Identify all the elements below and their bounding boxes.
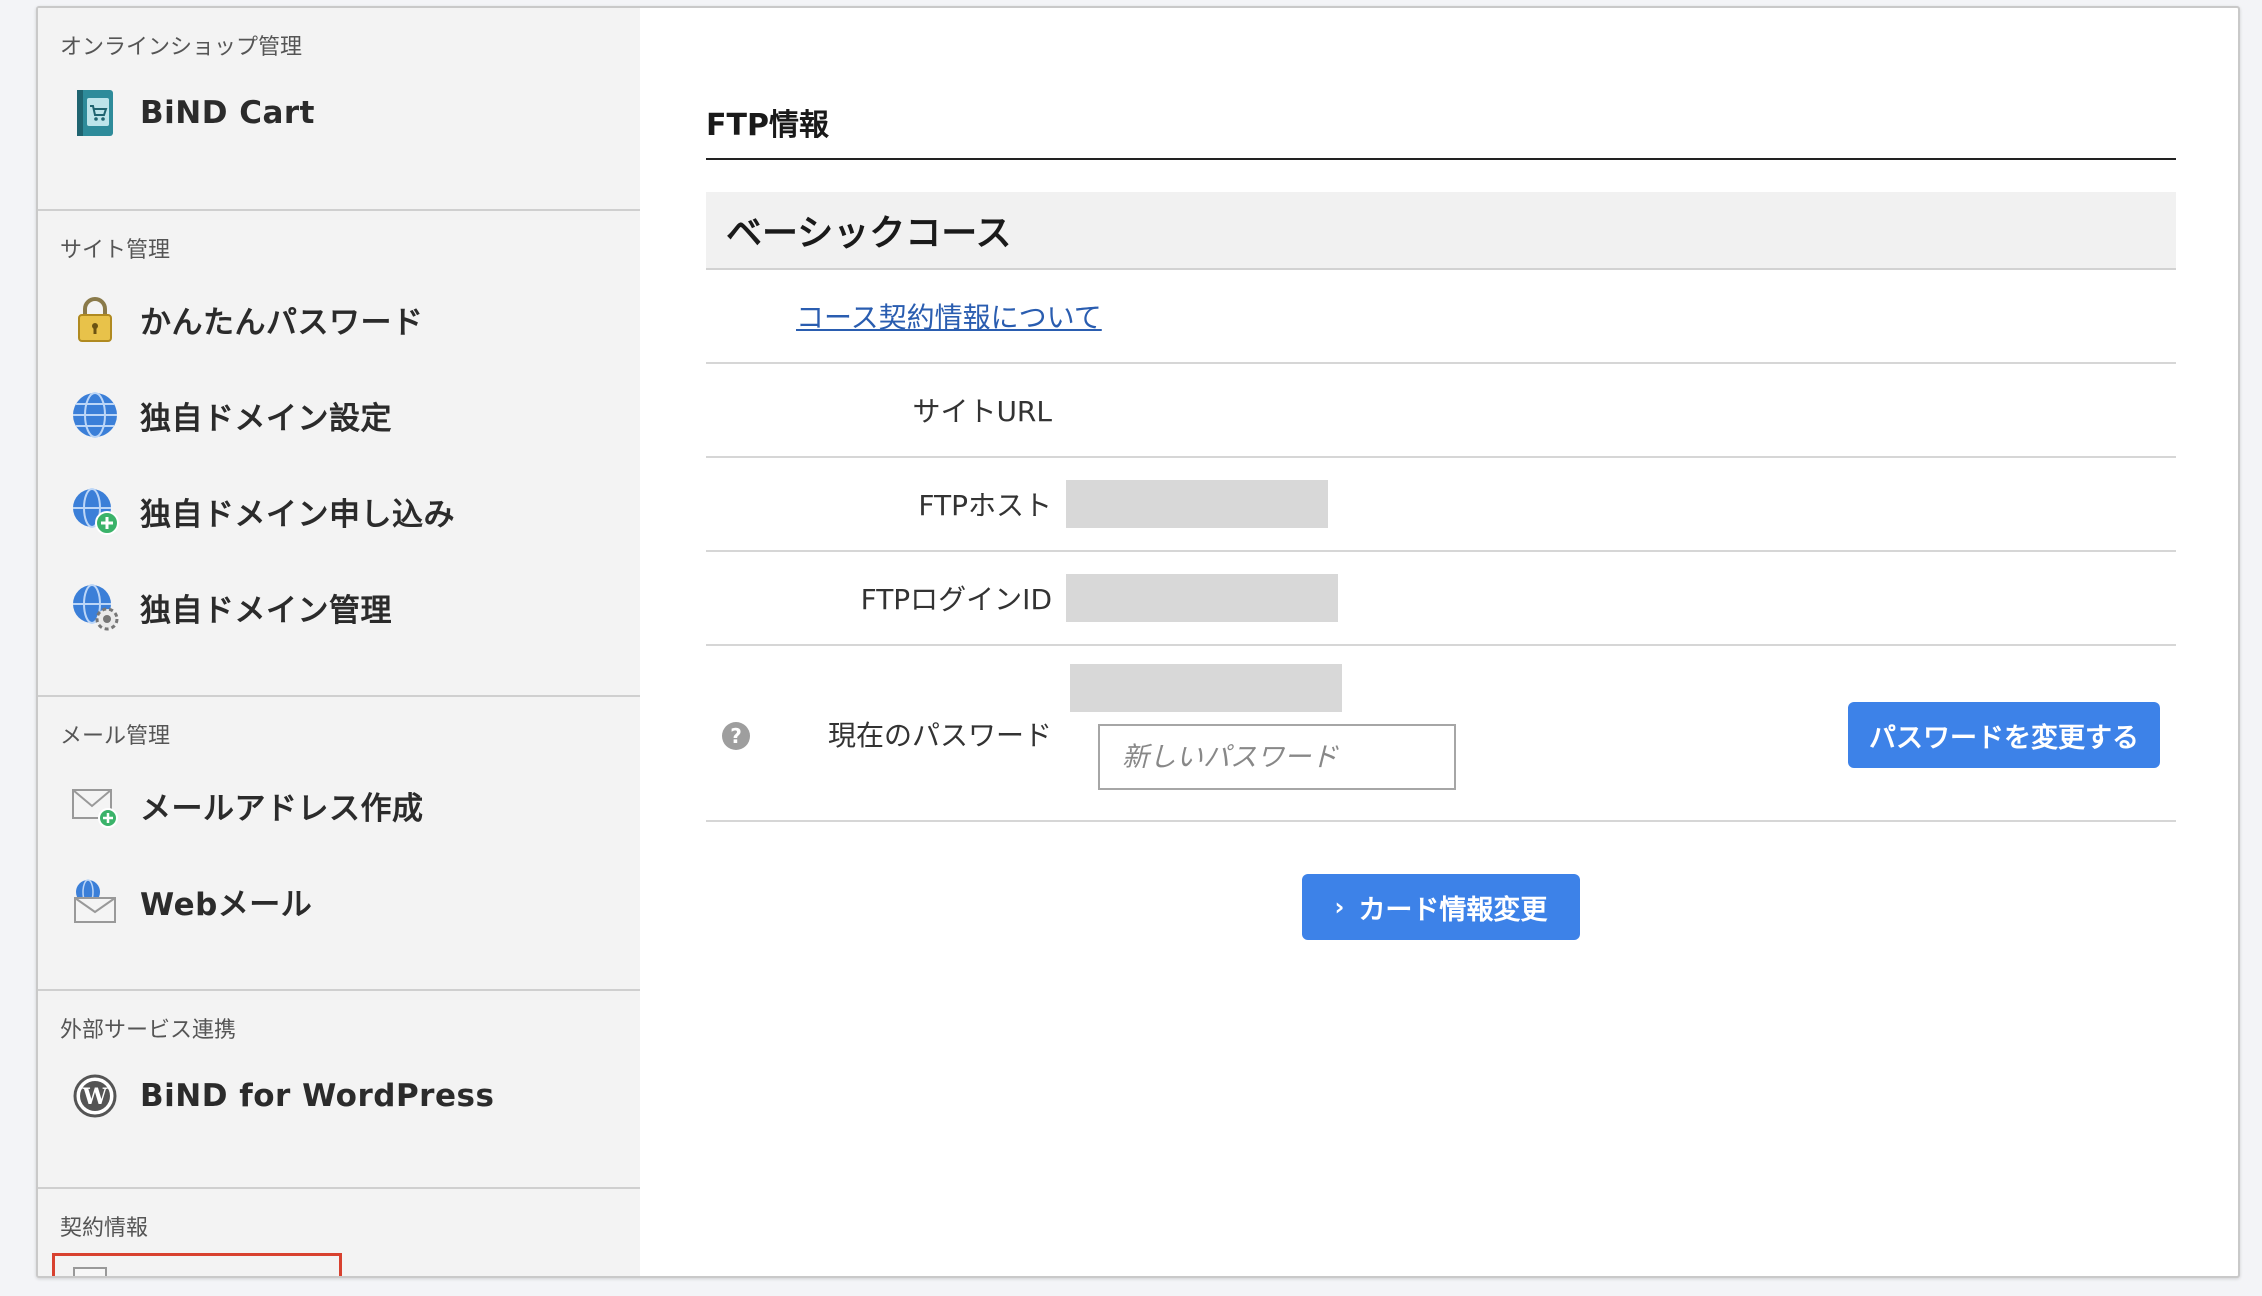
sidebar-item-label: メールアドレス作成	[140, 790, 424, 827]
page-title: FTP情報	[706, 100, 2176, 160]
sidebar-item-label: BiND Cart	[140, 95, 315, 131]
sidebar-heading: サイト管理	[60, 238, 171, 263]
change-card-label: カード情報変更	[1358, 894, 1548, 926]
cart-book-icon	[70, 88, 120, 138]
sidebar-heading: 契約情報	[60, 1216, 149, 1241]
password-value-masked	[1070, 664, 1342, 712]
ftp-login-label: FTPログインID	[860, 583, 1052, 616]
svg-text:W: W	[82, 1084, 108, 1110]
globe-icon	[70, 390, 120, 440]
wordpress-icon: W	[70, 1071, 120, 1121]
sidebar-section-external: 外部サービス連携 W BiND for WordPress	[38, 1011, 640, 1189]
ftp-host-value-masked	[1066, 480, 1328, 528]
site-url-row: サイトURL	[706, 364, 2176, 458]
sidebar-item-label: 支払い履歴	[140, 1267, 298, 1277]
ftp-host-row: FTPホスト	[706, 458, 2176, 552]
sidebar-item-bind-cart[interactable]: BiND Cart	[38, 68, 640, 158]
sidebar-section-online-shop: オンラインショップ管理 BiND Cart	[38, 28, 640, 211]
sidebar-item-label: Webメール	[140, 886, 313, 923]
sidebar-item-mail-create[interactable]: メールアドレス作成	[38, 757, 640, 853]
change-password-button[interactable]: パスワードを変更する	[1848, 702, 2160, 768]
course-header: ベーシックコース	[706, 192, 2176, 270]
ftp-login-row: FTPログインID	[706, 552, 2176, 646]
card-button-wrap: › カード情報変更	[706, 874, 2176, 940]
sidebar-item-domain-apply[interactable]: 独自ドメイン申し込み	[38, 463, 640, 559]
ftp-host-label: FTPホスト	[918, 489, 1052, 522]
course-contract-link[interactable]: コース契約情報について	[796, 296, 1102, 336]
mail-add-icon	[70, 780, 120, 830]
sidebar-item-domain-settings[interactable]: 独自ドメイン設定	[38, 367, 640, 463]
webmail-icon	[70, 876, 120, 926]
globe-gear-icon	[70, 582, 120, 632]
app-window: オンラインショップ管理 BiND Cart サイト管理 かんたんパスワード 独自…	[36, 6, 2240, 1278]
globe-add-icon	[70, 486, 120, 536]
sidebar-item-label: 独自ドメイン設定	[140, 400, 392, 437]
sidebar-item-payment-history[interactable]: ¥ 支払い履歴	[38, 1249, 640, 1277]
sidebar-section-mail: メール管理 メールアドレス作成 Webメール	[38, 717, 640, 991]
sidebar-section-site: サイト管理 かんたんパスワード 独自ドメイン設定 独自ドメイン申し込み 独自ドメ…	[38, 231, 640, 697]
sidebar-item-label: かんたんパスワード	[140, 304, 424, 341]
sidebar-item-label: BiND for WordPress	[140, 1078, 495, 1114]
lock-icon	[70, 294, 120, 344]
sidebar-item-label: 独自ドメイン申し込み	[140, 496, 455, 533]
sidebar: オンラインショップ管理 BiND Cart サイト管理 かんたんパスワード 独自…	[38, 8, 640, 1276]
sidebar-section-contract: 契約情報 ¥ 支払い履歴	[38, 1209, 640, 1277]
site-url-label: サイトURL	[912, 395, 1052, 428]
yen-document-icon: ¥	[70, 1264, 120, 1276]
main-content: FTP情報 ベーシックコース コース契約情報について サイトURL FTPホスト…	[640, 8, 2238, 1276]
sidebar-item-domain-manage[interactable]: 独自ドメイン管理	[38, 559, 640, 655]
password-row: ? 現在のパスワード パスワードを変更する	[706, 646, 2176, 822]
sidebar-heading: オンラインショップ管理	[60, 35, 303, 60]
sidebar-item-bind-wordpress[interactable]: W BiND for WordPress	[38, 1051, 640, 1141]
ftp-login-value-masked	[1066, 574, 1338, 622]
sidebar-heading: 外部サービス連携	[60, 1018, 237, 1043]
password-label: 現在のパスワード	[827, 719, 1052, 752]
course-link-row: コース契約情報について	[706, 270, 2176, 364]
sidebar-heading: メール管理	[60, 724, 171, 749]
sidebar-item-easy-password[interactable]: かんたんパスワード	[38, 271, 640, 367]
new-password-input[interactable]	[1098, 724, 1456, 790]
change-card-button[interactable]: › カード情報変更	[1302, 874, 1580, 940]
chevron-right-icon: ›	[1334, 893, 1345, 921]
sidebar-item-label: 独自ドメイン管理	[140, 592, 392, 629]
sidebar-item-webmail[interactable]: Webメール	[38, 853, 640, 949]
